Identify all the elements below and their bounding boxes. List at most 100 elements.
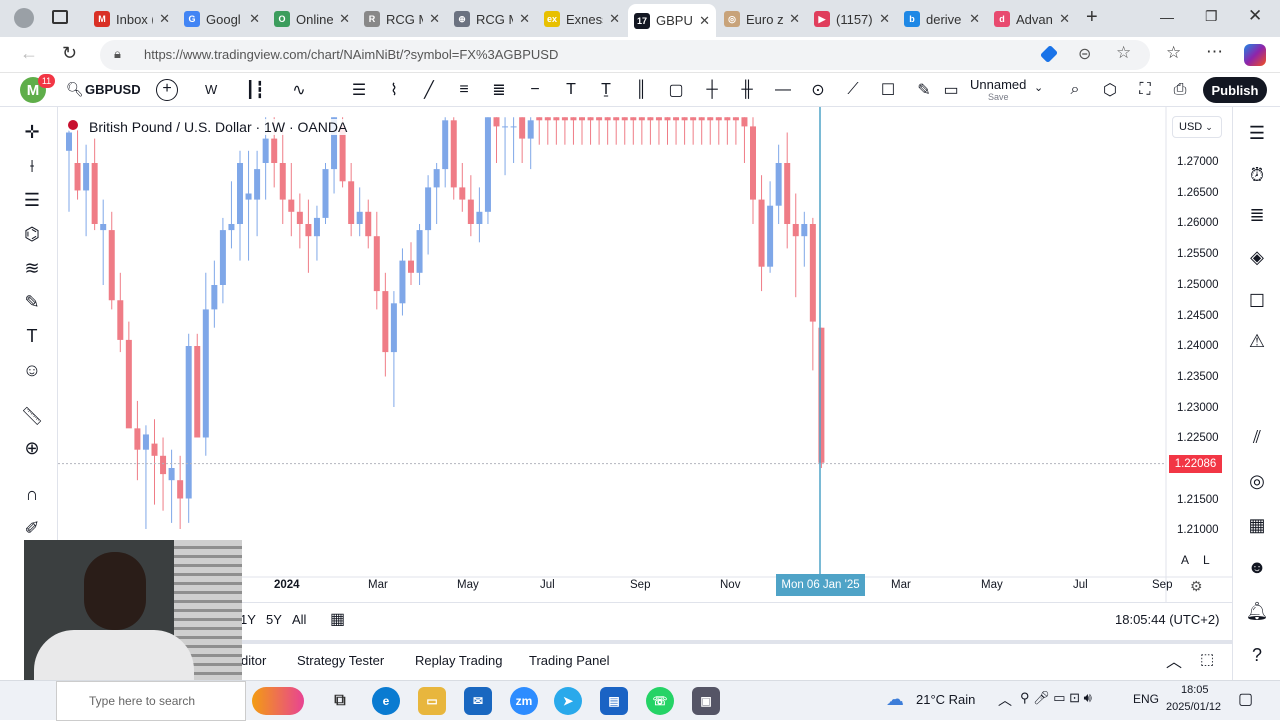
minus-tool-icon[interactable]: — — [770, 78, 796, 102]
favorite-star-icon[interactable]: ☆ — [1116, 43, 1131, 63]
task-view-icon[interactable]: ⧉ — [326, 687, 354, 715]
comment-tool-icon[interactable]: ☐ — [875, 78, 901, 102]
fib-tool-icon[interactable]: ≣ — [486, 78, 512, 102]
reader-icon[interactable]: ⊝ — [1078, 44, 1091, 64]
weather-text[interactable]: 21°C Rain — [916, 692, 975, 707]
emoji-icon[interactable]: ☺ — [18, 357, 46, 383]
tray-chevron-icon[interactable]: ︿ — [998, 690, 1012, 710]
telegram-icon[interactable]: ➤ — [554, 687, 582, 715]
tab-trading-panel[interactable]: Trading Panel — [529, 653, 609, 668]
price-chart[interactable] — [58, 107, 1232, 602]
close-window-icon[interactable]: ✕ — [1248, 6, 1262, 26]
browser-tab-8[interactable]: ◎ Euro z ✕ — [718, 4, 806, 34]
browser-tab-5[interactable]: ⊕ RCG M ✕ — [448, 4, 536, 34]
close-tab-icon[interactable]: ✕ — [339, 11, 350, 27]
brush-tool-icon[interactable]: ✎ — [911, 78, 937, 102]
browser-tab-6[interactable]: ex Exness ✕ — [538, 4, 626, 34]
close-tab-icon[interactable]: ✕ — [429, 11, 440, 27]
new-tab-icon[interactable]: + — [1086, 6, 1098, 29]
quick-search-icon[interactable]: ⌕ — [1062, 78, 1088, 102]
tab-replay-trading[interactable]: Replay Trading — [415, 653, 502, 668]
search-icon[interactable]: 🔍︎ — [66, 81, 84, 98]
target-icon[interactable]: ◎ — [1243, 467, 1271, 495]
frame-tool-icon[interactable]: ▭ — [938, 78, 964, 102]
fullscreen-icon[interactable]: ⛶ — [1132, 78, 1158, 102]
restore-icon[interactable]: ❐ — [1205, 8, 1218, 25]
layers-icon[interactable]: ◈ — [1243, 243, 1271, 271]
copilot-icon[interactable] — [1244, 44, 1266, 66]
tab-strategy-tester[interactable]: Strategy Tester — [297, 653, 384, 668]
whatsapp-icon[interactable]: ☏ — [646, 687, 674, 715]
lock-draw-icon[interactable]: ✐ — [18, 515, 46, 541]
settings-icon[interactable]: ⬡ — [1097, 78, 1123, 102]
browser-tab-11[interactable]: d Advan ✕ — [988, 4, 1076, 34]
tab-pine-editor[interactable]: ditor — [241, 653, 266, 668]
range-5y[interactable]: 5Y — [266, 612, 282, 627]
help-icon[interactable]: ? — [1243, 641, 1271, 669]
symbol-search[interactable]: GBPUSD — [85, 82, 141, 97]
publish-button[interactable]: Publish — [1203, 77, 1267, 103]
close-tab-icon[interactable]: ✕ — [969, 11, 980, 27]
watchlist-icon[interactable]: ☰ — [1243, 119, 1271, 147]
close-tab-icon[interactable]: ✕ — [609, 11, 620, 27]
close-tab-icon[interactable]: ✕ — [159, 11, 170, 27]
bell-icon[interactable]: 🔔︎ — [1243, 597, 1271, 625]
notifications-icon[interactable]: ⚠︎ — [1243, 327, 1271, 355]
maximize-panel-icon[interactable]: ⬚ — [1200, 650, 1214, 668]
text-icon[interactable]: T — [18, 323, 46, 349]
prediction-icon[interactable]: ≋ — [18, 255, 46, 281]
zoom-app-icon[interactable]: zm — [510, 687, 538, 715]
bars-pattern-icon[interactable]: ║ — [628, 78, 654, 102]
vline-tool-icon[interactable]: ┼ — [699, 78, 725, 102]
close-tab-icon[interactable]: ✕ — [1059, 11, 1070, 27]
close-tab-icon[interactable]: ✕ — [699, 13, 710, 29]
compare-add-icon[interactable]: + — [156, 79, 178, 101]
chat-icon[interactable]: ☐ — [1243, 287, 1271, 315]
brush-icon[interactable]: ✎ — [18, 289, 46, 315]
alerts-clock-icon[interactable]: ⏰︎ — [1243, 161, 1271, 189]
rectangle-tool-icon[interactable]: ▢ — [663, 78, 689, 102]
mail-icon[interactable]: ✉ — [464, 687, 492, 715]
goto-date-icon[interactable]: ▦ — [330, 609, 345, 629]
interval-button[interactable]: W — [205, 82, 217, 97]
taskbar-time[interactable]: 18:05 — [1181, 684, 1209, 696]
taskbar-search-input[interactable]: Type here to search — [56, 681, 246, 721]
snapshot-icon[interactable]: ⎙ — [1167, 78, 1193, 102]
browser-tab-7[interactable]: 17 GBPUS ✕ — [628, 4, 716, 37]
shopping-tag-icon[interactable] — [1039, 44, 1059, 64]
trend-line-icon[interactable]: ⟊ — [18, 153, 46, 179]
browser-tab-1[interactable]: M Inbox (✕ — [88, 4, 176, 34]
text-tool-icon[interactable]: T — [558, 78, 584, 102]
browser-tab-2[interactable]: G Googl ✕ — [178, 4, 266, 34]
ruler-icon[interactable]: 📏︎ — [18, 403, 46, 429]
close-tab-icon[interactable]: ✕ — [879, 11, 890, 27]
pattern-icon[interactable]: ⌬ — [18, 221, 46, 247]
close-tab-icon[interactable]: ✕ — [519, 11, 530, 27]
favorites-icon[interactable]: ☆ — [1166, 43, 1181, 63]
url-box[interactable]: 🔒︎ https://www.tradingview.com/chart/NAi… — [100, 40, 1150, 70]
circle-tool-icon[interactable]: ⊙ — [805, 78, 831, 102]
browser-tab-3[interactable]: O Online ✕ — [268, 4, 356, 34]
calendar-icon[interactable]: ▦ — [1243, 511, 1271, 539]
minimize-icon[interactable]: — — [1160, 9, 1174, 25]
edge-icon[interactable]: e — [372, 687, 400, 715]
fib-icon[interactable]: ☰ — [18, 187, 46, 213]
pattern-draw-icon[interactable]: ⫽ — [1243, 423, 1271, 451]
tray-icons[interactable]: ⚲ 🎤︎ ▭ ⊡ 🔊︎ — [1020, 690, 1092, 706]
range-all[interactable]: All — [292, 612, 306, 627]
collapse-panel-icon[interactable]: ︿ — [1166, 648, 1182, 672]
pattern-tool-icon[interactable]: ⌇ — [381, 78, 407, 102]
range-1y[interactable]: 1Y — [240, 612, 256, 627]
chevron-down-icon[interactable]: ⌄ — [1034, 81, 1043, 94]
zoom-icon[interactable]: ⊕ — [18, 435, 46, 461]
action-center-icon[interactable]: ▢ — [1238, 689, 1253, 709]
indicators-icon[interactable]: ∿ — [286, 78, 312, 102]
crosshair-icon[interactable]: ✛ — [18, 119, 46, 145]
language-indicator[interactable]: ENG — [1133, 692, 1159, 706]
ray-tool-icon[interactable]: ⟋ — [840, 78, 866, 102]
auto-scale-button[interactable]: A — [1181, 553, 1189, 567]
grid-lines-icon[interactable]: ╫ — [734, 78, 760, 102]
refresh-icon[interactable]: ↻ — [62, 43, 77, 64]
close-tab-icon[interactable]: ✕ — [789, 11, 800, 27]
media-app-icon[interactable]: ▣ — [692, 687, 720, 715]
